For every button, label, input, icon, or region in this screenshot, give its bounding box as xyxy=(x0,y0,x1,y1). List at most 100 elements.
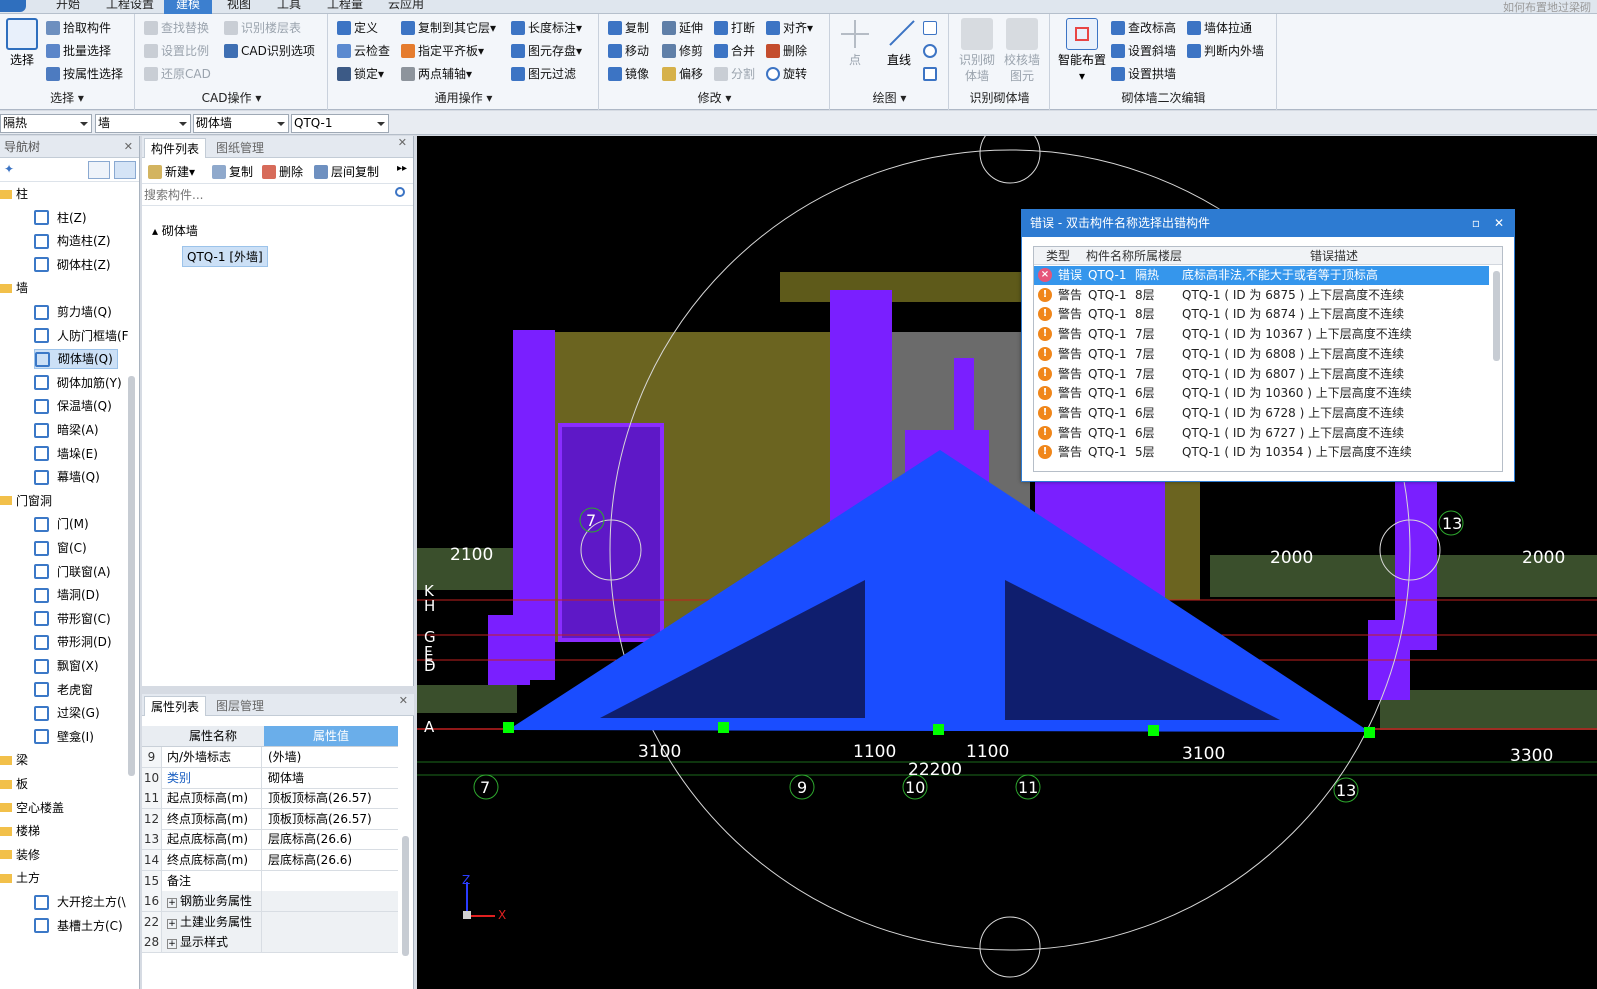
property-value[interactable]: 层底标高(26.6) xyxy=(265,829,398,849)
property-row[interactable]: 10 类别 砌体墙 xyxy=(142,767,398,789)
error-component[interactable]: QTQ-1 xyxy=(1088,404,1127,423)
nav-item[interactable]: 老虎窗 xyxy=(34,680,97,700)
batch-select-button[interactable]: 批量选择 xyxy=(46,41,111,61)
judge-inner-outer-button[interactable]: 判断内外墙 xyxy=(1187,41,1264,61)
two-point-axis-button[interactable]: 两点辅轴 ▾ xyxy=(401,64,472,84)
error-row[interactable]: ! 警告 QTQ-1 6层 QTQ-1 ( ID 为 6727 ) 上下层高度不连续 xyxy=(1034,424,1489,443)
error-row[interactable]: ! 警告 QTQ-1 7层 QTQ-1 ( ID 为 6808 ) 上下层高度不连续 xyxy=(1034,345,1489,364)
property-value[interactable]: 顶板顶标高(26.57) xyxy=(265,788,398,808)
property-value[interactable]: 层底标高(26.6) xyxy=(265,850,398,870)
nav-item[interactable]: 壁龛(I) xyxy=(34,727,98,747)
nav-item[interactable]: 基槽土方(C) xyxy=(34,916,127,936)
split-button[interactable]: 分割 xyxy=(714,64,755,84)
property-row[interactable]: 13 起点底标高(m) 层底标高(26.6) xyxy=(142,829,398,851)
expand-icon[interactable]: + xyxy=(167,939,177,950)
set-sloped-wall-button[interactable]: 设置斜墙 xyxy=(1111,41,1176,61)
nav-category[interactable]: 梁 xyxy=(0,750,28,770)
error-component[interactable]: QTQ-1 xyxy=(1088,286,1127,305)
property-row[interactable]: 15 备注 xyxy=(142,870,398,892)
move-button[interactable]: 移动 xyxy=(608,41,649,61)
rect-button[interactable] xyxy=(923,64,940,84)
recognize-floor-table-button[interactable]: 识别楼层表 xyxy=(224,18,301,38)
component-tree-item-qtq1[interactable]: QTQ-1 [外墙] xyxy=(182,246,268,267)
grip-point[interactable] xyxy=(933,724,944,735)
orbit-handle-bottom[interactable] xyxy=(979,916,1041,978)
property-row[interactable]: 11 起点顶标高(m) 顶板顶标高(26.57) xyxy=(142,788,398,810)
error-row[interactable]: ! 警告 QTQ-1 6层 QTQ-1 ( ID 为 6728 ) 上下层高度不连续 xyxy=(1034,404,1489,423)
tab-cloud[interactable]: 云应用 xyxy=(386,0,426,14)
delete-button[interactable]: 删除 xyxy=(766,41,807,61)
error-scrollbar[interactable] xyxy=(1493,271,1500,361)
find-replace-button[interactable]: 查找替换 xyxy=(144,18,209,38)
point-button[interactable]: 点 xyxy=(835,18,875,68)
nav-item[interactable]: 砌体加筋(Y) xyxy=(34,373,126,393)
align-slab-button[interactable]: 指定平齐板 ▾ xyxy=(401,41,484,61)
property-value[interactable]: (外墙) xyxy=(265,747,398,767)
nav-category[interactable]: 板 xyxy=(0,774,28,794)
tab-tools[interactable]: 工具 xyxy=(275,0,303,14)
nav-item[interactable]: 门联窗(A) xyxy=(34,562,115,582)
nav-item[interactable]: 带形洞(D) xyxy=(34,632,116,652)
nav-item[interactable]: 飘窗(X) xyxy=(34,656,103,676)
nav-item[interactable]: 暗梁(A) xyxy=(34,420,103,440)
expand-icon[interactable]: + xyxy=(167,918,177,929)
arc-button[interactable] xyxy=(923,18,940,38)
nav-item[interactable]: 大开挖土方(\ xyxy=(34,892,130,912)
group-caption-common[interactable]: 通用操作 ▾ xyxy=(329,89,598,106)
smart-layout-button[interactable]: 智能布置 ▾ xyxy=(1057,18,1107,84)
error-row[interactable]: ! 警告 QTQ-1 8层 QTQ-1 ( ID 为 6875 ) 上下层高度不连续 xyxy=(1034,286,1489,305)
nav-category[interactable]: 门窗洞 xyxy=(0,491,52,511)
close-icon[interactable]: ✕ xyxy=(1494,210,1504,237)
pin-icon[interactable]: ✦ xyxy=(4,162,14,176)
define-button[interactable]: 定义 xyxy=(337,18,378,38)
recognize-masonry-button[interactable]: 识别砌体墙 xyxy=(955,18,999,84)
error-component[interactable]: QTQ-1 xyxy=(1088,443,1127,462)
nav-item[interactable]: 保温墙(Q) xyxy=(34,396,116,416)
property-row[interactable]: 9 内/外墙标志 (外墙) xyxy=(142,747,398,768)
nav-item[interactable]: 窗(C) xyxy=(34,538,91,558)
property-row[interactable]: 12 终点顶标高(m) 顶板顶标高(26.57) xyxy=(142,808,398,830)
group-caption-select[interactable]: 选择 ▾ xyxy=(0,89,134,106)
save-element-button[interactable]: 图元存盘 ▾ xyxy=(511,41,582,61)
cloud-check-button[interactable]: 云检查 xyxy=(337,41,390,61)
maximize-icon[interactable]: ▫ xyxy=(1472,210,1480,237)
type-combo[interactable]: 砌体墙 xyxy=(193,114,289,133)
error-component[interactable]: QTQ-1 xyxy=(1088,365,1127,384)
floor-combo[interactable]: 隔热 xyxy=(0,114,92,133)
error-row[interactable]: ! 警告 QTQ-1 7层 QTQ-1 ( ID 为 10367 ) 上下层高度不连续 xyxy=(1034,325,1489,344)
nav-category[interactable]: 空心楼盖 xyxy=(0,798,64,818)
nav-item[interactable]: 剪力墙(Q) xyxy=(34,302,116,322)
mirror-button[interactable]: 镜像 xyxy=(608,64,649,84)
length-dimension-button[interactable]: 长度标注 ▾ xyxy=(511,18,582,38)
tree-view-icon[interactable] xyxy=(114,161,136,179)
app-logo[interactable] xyxy=(0,0,26,12)
group-caption-modify[interactable]: 修改 ▾ xyxy=(600,89,829,106)
error-component[interactable]: QTQ-1 xyxy=(1088,325,1127,344)
grip-point[interactable] xyxy=(503,722,514,733)
group-caption-cad[interactable]: CAD操作 ▾ xyxy=(136,89,327,106)
copy-button[interactable]: 复制 xyxy=(608,18,649,38)
component-tree-root[interactable]: ▴ 砌体墙 xyxy=(152,222,198,239)
nav-category[interactable]: 装修 xyxy=(0,845,40,865)
search-icon[interactable] xyxy=(395,187,405,197)
element-filter-button[interactable]: 图元过滤 xyxy=(511,64,576,84)
error-component[interactable]: QTQ-1 xyxy=(1088,305,1127,324)
tab-project-settings[interactable]: 工程设置 xyxy=(104,0,156,14)
lock-button[interactable]: 锁定 ▾ xyxy=(337,64,384,84)
group-caption-draw[interactable]: 绘图 ▾ xyxy=(831,89,948,106)
panel-splitter[interactable] xyxy=(142,686,414,694)
nav-item[interactable]: 构造柱(Z) xyxy=(34,231,115,251)
grip-point[interactable] xyxy=(718,722,729,733)
category-combo[interactable]: 墙 xyxy=(95,114,191,133)
orbit-handle-top[interactable] xyxy=(979,136,1041,184)
component-combo[interactable]: QTQ-1 xyxy=(291,114,389,133)
nav-category[interactable]: 柱 xyxy=(0,184,28,204)
error-row[interactable]: × 错误 QTQ-1 隔热 底标高非法,不能大于或者等于顶标高 xyxy=(1034,266,1489,285)
property-row[interactable]: 22 + 土建业务属性 xyxy=(142,911,398,933)
trim-button[interactable]: 修剪 xyxy=(662,41,703,61)
floor-copy-button[interactable]: 层间复制 xyxy=(314,163,379,180)
close-icon[interactable]: ✕ xyxy=(398,136,407,149)
error-row[interactable]: ! 警告 QTQ-1 7层 QTQ-1 ( ID 为 6807 ) 上下层高度不连续 xyxy=(1034,365,1489,384)
property-value[interactable]: 砌体墙 xyxy=(265,768,398,788)
error-component[interactable]: QTQ-1 xyxy=(1088,424,1127,443)
